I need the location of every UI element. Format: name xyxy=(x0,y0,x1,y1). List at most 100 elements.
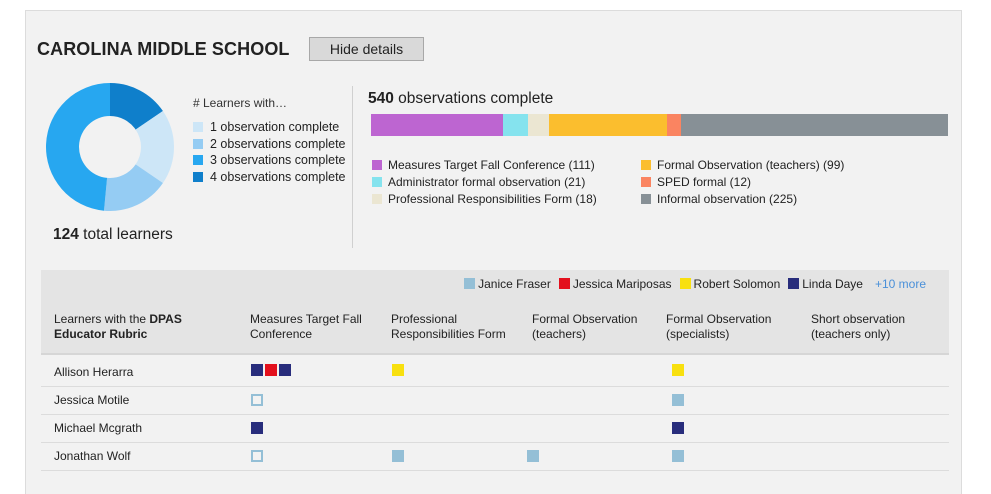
legend-swatch xyxy=(372,176,382,187)
learner-name[interactable]: Allison Herarra xyxy=(54,365,133,379)
table-header: Learners with the DPAS Educator Rubric Me… xyxy=(41,297,949,355)
observer-swatch xyxy=(464,278,476,289)
header-prefix: Learners with the xyxy=(54,312,150,326)
observation-cell xyxy=(672,450,684,462)
observer-name: Jessica Mariposas xyxy=(572,276,672,291)
observer-filter-bar: Janice Fraser Jessica Mariposas Robert S… xyxy=(41,270,949,297)
column-header[interactable]: Professional Responsibilities Form xyxy=(391,312,511,342)
header-suffix: Educator Rubric xyxy=(54,327,148,341)
observation-cell xyxy=(392,450,404,462)
school-title: CAROLINA MIDDLE SCHOOL xyxy=(37,39,290,59)
learners-legend-item: 4 observations complete xyxy=(193,169,346,186)
observer-swatch xyxy=(679,278,691,289)
legend-label: Formal Observation (teachers) (99) xyxy=(657,157,845,172)
observations-legend-item: Formal Observation (teachers) (99) xyxy=(641,156,844,173)
observation-bar-segment[interactable] xyxy=(680,114,948,136)
legend-swatch xyxy=(641,176,651,187)
observation-cell xyxy=(251,364,291,376)
observation-marker[interactable] xyxy=(392,450,404,462)
table-row[interactable]: Jonathan Wolf xyxy=(41,443,949,471)
observations-title: 540 observations complete xyxy=(368,90,553,108)
donut-slice[interactable] xyxy=(46,83,110,211)
legend-swatch xyxy=(641,193,651,204)
total-learners: 124 total learners xyxy=(53,226,173,244)
observation-cell xyxy=(672,364,684,376)
observation-marker[interactable] xyxy=(527,450,539,462)
legend-swatch xyxy=(193,171,203,182)
learners-legend-item: 3 observations complete xyxy=(193,152,346,169)
legend-swatch xyxy=(193,122,203,133)
observer-filter-jessica-mariposas[interactable]: Jessica Mariposas xyxy=(558,276,672,291)
legend-swatch xyxy=(641,159,651,170)
learners-legend-item: 1 observation complete xyxy=(193,119,346,136)
table-row[interactable]: Allison Herarra xyxy=(41,355,949,387)
observation-bar-segment[interactable] xyxy=(527,114,550,136)
observation-cell xyxy=(251,394,263,406)
legend-label: 1 observation complete xyxy=(210,120,340,135)
observer-swatch xyxy=(558,278,570,289)
observation-marker[interactable] xyxy=(392,364,404,376)
learners-donut-chart xyxy=(46,83,174,211)
observation-marker[interactable] xyxy=(672,364,684,376)
learners-table: Janice Fraser Jessica Mariposas Robert S… xyxy=(41,270,949,471)
legend-swatch xyxy=(372,193,382,204)
observation-marker[interactable] xyxy=(672,422,684,434)
learner-name[interactable]: Michael Mcgrath xyxy=(54,421,142,435)
hide-details-button[interactable]: Hide details xyxy=(309,37,424,61)
learners-legend-item: 2 observations complete xyxy=(193,136,346,153)
legend-label: 3 observations complete xyxy=(210,153,346,168)
column-header[interactable]: Formal Observation (specialists) xyxy=(666,312,776,342)
learner-name[interactable]: Jessica Motile xyxy=(54,393,129,407)
observation-cell xyxy=(392,364,404,376)
learner-name[interactable]: Jonathan Wolf xyxy=(54,449,131,463)
observation-bar-segment[interactable] xyxy=(371,114,503,136)
observations-legend-left: Measures Target Fall Conference (111) Ad… xyxy=(372,156,597,207)
observer-name: Robert Solomon xyxy=(693,276,781,291)
observer-swatch xyxy=(788,278,800,289)
observation-marker[interactable] xyxy=(251,422,263,434)
observation-marker[interactable] xyxy=(279,364,291,376)
legend-swatch xyxy=(193,155,203,166)
total-learners-label: total learners xyxy=(78,226,173,243)
observations-legend-item: SPED formal (12) xyxy=(641,173,844,190)
observations-legend-right: Formal Observation (teachers) (99) SPED … xyxy=(641,156,844,207)
observation-cell xyxy=(527,450,539,462)
observation-cell xyxy=(672,394,684,406)
observations-stacked-bar xyxy=(371,114,948,136)
observer-filter-robert-solomon[interactable]: Robert Solomon xyxy=(679,276,781,291)
legend-label: Administrator formal observation (21) xyxy=(388,174,586,189)
observation-marker[interactable] xyxy=(672,450,684,462)
table-row[interactable]: Michael Mcgrath xyxy=(41,415,949,443)
column-header[interactable]: Formal Observation (teachers) xyxy=(532,312,642,342)
observations-legend-item: Administrator formal observation (21) xyxy=(372,173,597,190)
observations-legend-item: Informal observation (225) xyxy=(641,190,844,207)
legend-label: Informal observation (225) xyxy=(657,191,798,206)
learners-legend-title: # Learners with… xyxy=(193,96,288,110)
observation-bar-segment[interactable] xyxy=(549,114,667,136)
section-divider xyxy=(352,86,353,248)
observations-count: 540 xyxy=(368,90,394,107)
observation-marker[interactable] xyxy=(672,394,684,406)
table-row[interactable]: Jessica Motile xyxy=(41,387,949,415)
observation-cell xyxy=(672,422,684,434)
more-observers-link[interactable]: +10 more xyxy=(875,277,926,291)
table-body: Allison Herarra Jessica Motile Michael M… xyxy=(41,355,949,471)
observation-bar-segment[interactable] xyxy=(502,114,528,136)
observations-legend-item: Professional Responsibilities Form (18) xyxy=(372,190,597,207)
column-header[interactable]: Measures Target Fall Conference xyxy=(250,312,370,342)
observation-cell xyxy=(251,422,263,434)
legend-label: Professional Responsibilities Form (18) xyxy=(388,191,597,206)
observation-marker[interactable] xyxy=(251,364,263,376)
observer-filter-linda-daye[interactable]: Linda Daye xyxy=(788,277,863,291)
observation-pending-marker[interactable] xyxy=(251,394,263,406)
observations-legend-item: Measures Target Fall Conference (111) xyxy=(372,156,597,173)
observation-bar-segment[interactable] xyxy=(666,114,681,136)
observer-filter-janice-fraser[interactable]: Janice Fraser xyxy=(464,277,551,291)
column-header[interactable]: Short observation (teachers only) xyxy=(811,312,916,342)
observation-marker[interactable] xyxy=(265,364,277,376)
observation-pending-marker[interactable] xyxy=(251,450,263,462)
legend-label: Measures Target Fall Conference (111) xyxy=(388,157,595,172)
legend-label: 4 observations complete xyxy=(210,169,346,184)
header-bold: DPAS xyxy=(149,312,182,326)
legend-label: SPED formal (12) xyxy=(657,174,752,189)
